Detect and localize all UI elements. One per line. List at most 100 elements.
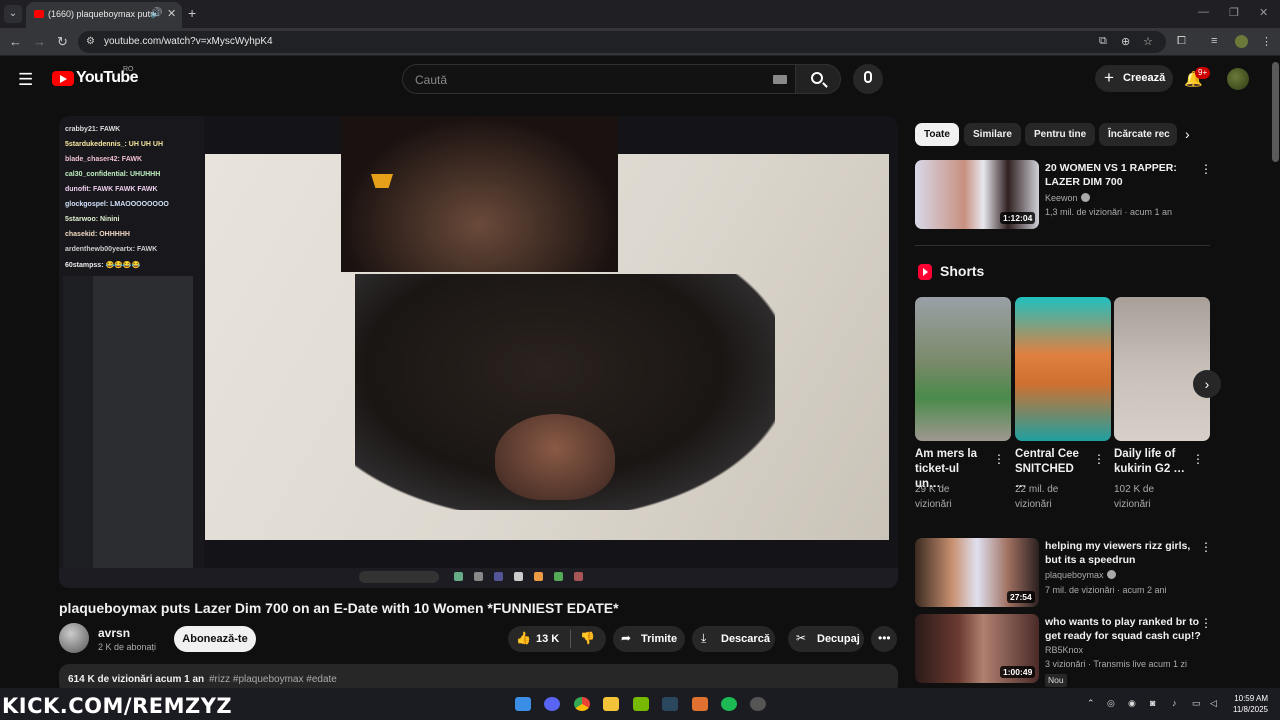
short-thumbnail[interactable] xyxy=(1015,297,1111,441)
chip-all[interactable]: Toate xyxy=(915,123,959,146)
short-thumbnail[interactable] xyxy=(915,297,1011,441)
browser-tab[interactable]: (1660) plaqueboymax puts 🔊 ✕ xyxy=(26,2,182,28)
create-button[interactable]: + Creează xyxy=(1095,65,1173,92)
channel-avatar[interactable] xyxy=(59,623,89,653)
keyboard-icon[interactable] xyxy=(773,75,787,84)
system-clock[interactable]: 10:59 AM 11/8/2025 xyxy=(1231,693,1268,715)
speaker-icon[interactable]: 🔊 xyxy=(150,8,162,19)
kebab-menu-icon[interactable]: ⋮ xyxy=(1200,616,1212,630)
related-channel[interactable]: RB5Knox xyxy=(1045,645,1083,655)
like-separator xyxy=(570,630,571,648)
related-channel[interactable]: Keewon xyxy=(1045,193,1090,203)
chrome-icon[interactable] xyxy=(574,697,590,711)
back-icon[interactable]: ← xyxy=(9,34,22,49)
like-count[interactable]: 13 K xyxy=(536,633,559,645)
kebab-menu-icon[interactable]: ⋮ xyxy=(1192,452,1204,466)
forward-icon[interactable]: → xyxy=(33,34,46,49)
microphone-tray-icon[interactable]: ♪ xyxy=(1172,698,1177,708)
voice-search-button[interactable] xyxy=(853,64,883,94)
browser-menu-icon[interactable]: ⋮ xyxy=(1261,35,1272,48)
chat-line: dunofit: FAWK FAWK FAWK xyxy=(65,186,158,193)
address-bar[interactable]: ⚙ youtube.com/watch?v=xMyscWyhpK4 xyxy=(78,31,1166,53)
spotify-icon[interactable] xyxy=(721,697,737,711)
related-channel[interactable]: plaqueboymax xyxy=(1045,570,1116,580)
url-text[interactable]: youtube.com/watch?v=xMyscWyhpK4 xyxy=(104,36,273,47)
close-tab-icon[interactable]: ✕ xyxy=(167,7,176,20)
share-label: Trimite xyxy=(641,633,678,645)
bookmark-star-icon[interactable]: ☆ xyxy=(1143,35,1153,48)
media-queue-icon[interactable]: ≡ xyxy=(1211,35,1217,47)
reload-icon[interactable]: ↻ xyxy=(57,34,68,50)
related-title[interactable]: 20 WOMEN VS 1 RAPPER: LAZER DIM 700 xyxy=(1045,161,1193,189)
kebab-menu-icon[interactable]: ⋮ xyxy=(993,452,1005,466)
channel-name[interactable]: avrsn xyxy=(98,626,130,640)
app-icon[interactable] xyxy=(750,697,766,711)
new-tab-icon[interactable]: + xyxy=(188,5,196,21)
chip-related[interactable]: Similare xyxy=(964,123,1021,146)
search-input[interactable] xyxy=(415,71,755,89)
chip-recent[interactable]: Încărcate rec xyxy=(1099,123,1177,146)
hamburger-menu-icon[interactable]: ☰ xyxy=(18,70,33,90)
related-title[interactable]: helping my viewers rizz girls, but its a… xyxy=(1045,539,1193,567)
minimize-icon[interactable]: — xyxy=(1198,6,1209,18)
download-button[interactable]: ⤓ Descarcă xyxy=(692,626,775,652)
steam-icon[interactable] xyxy=(662,697,678,711)
app-icon xyxy=(474,572,483,581)
channel-name[interactable]: plaqueboymax xyxy=(1045,570,1104,580)
subscribe-button[interactable]: Abonează-te xyxy=(174,626,256,652)
share-button[interactable]: ➦ Trimite xyxy=(613,626,685,652)
related-meta: 7 mil. de vizionări · acum 2 ani xyxy=(1045,585,1167,595)
chevron-right-icon[interactable]: › xyxy=(1185,126,1190,142)
restore-icon[interactable]: ❐ xyxy=(1229,6,1239,19)
tab-search-icon[interactable]: ⌄ xyxy=(4,5,22,23)
hashtags[interactable]: #rizz #plaqueboymax #edate xyxy=(209,674,337,685)
chat-line: blade_chaser42: FAWK xyxy=(65,156,143,163)
kebab-menu-icon[interactable]: ⋮ xyxy=(1093,452,1105,466)
faze-logo-icon xyxy=(371,174,393,188)
thumbs-down-icon[interactable]: 👎 xyxy=(580,631,595,645)
shorts-icon xyxy=(918,264,932,280)
thumbs-up-icon[interactable]: 👍 xyxy=(516,631,531,645)
cast-icon[interactable]: ⧉ xyxy=(1099,35,1107,48)
discord-icon[interactable] xyxy=(544,697,560,711)
steam-tray-icon[interactable]: ◉ xyxy=(1128,698,1136,709)
windows-start-icon[interactable] xyxy=(515,697,531,711)
subscriber-count: 2 K de abonați xyxy=(98,642,157,652)
network-icon[interactable]: ▭ xyxy=(1192,698,1201,709)
nvidia-icon[interactable] xyxy=(633,697,649,711)
notification-badge: 9+ xyxy=(1195,67,1211,79)
profile-avatar[interactable] xyxy=(1235,35,1248,48)
close-window-icon[interactable]: ✕ xyxy=(1259,6,1268,19)
chevron-up-icon[interactable]: ⌃ xyxy=(1087,698,1095,709)
clock-time: 10:59 AM xyxy=(1234,694,1268,703)
chat-line: cal30_confidential: UHUHHH xyxy=(65,171,161,178)
kebab-menu-icon[interactable]: ⋮ xyxy=(1200,162,1212,176)
discord-tray-icon[interactable]: ◙ xyxy=(1150,698,1155,708)
search-box[interactable] xyxy=(402,64,796,94)
clip-button[interactable]: ✂ Decupaj xyxy=(788,626,864,652)
short-title[interactable]: Daily life of kukirin G2 … xyxy=(1114,447,1186,477)
short-thumbnail[interactable] xyxy=(1114,297,1210,441)
kebab-menu-icon[interactable]: ⋮ xyxy=(1200,540,1212,554)
shorts-next-button[interactable]: › xyxy=(1193,370,1221,398)
app-icon[interactable] xyxy=(692,697,708,711)
volume-icon[interactable]: ◁ xyxy=(1210,698,1217,709)
related-title[interactable]: who wants to play ranked br to get ready… xyxy=(1045,615,1205,643)
account-avatar[interactable] xyxy=(1227,68,1249,90)
site-info-icon[interactable]: ⚙ xyxy=(86,36,95,47)
channel-name[interactable]: Keewon xyxy=(1045,193,1078,203)
duration-badge: 1:12:04 xyxy=(1000,212,1036,224)
divider xyxy=(915,245,1210,246)
chip-for-you[interactable]: Pentru tine xyxy=(1025,123,1096,146)
extensions-icon[interactable]: ⧠ xyxy=(1177,35,1186,48)
video-player[interactable]: crabby21: FAWK 5stardukedennis_: UH UH U… xyxy=(59,116,898,588)
duration-badge: 27:54 xyxy=(1007,591,1035,603)
app-icon xyxy=(454,572,463,581)
search-button[interactable] xyxy=(795,64,841,94)
zoom-icon[interactable]: ⊕ xyxy=(1121,35,1130,48)
more-actions-button[interactable]: ••• xyxy=(871,626,897,652)
tray-icon[interactable]: ◎ xyxy=(1107,698,1115,709)
scrollbar[interactable] xyxy=(1272,62,1279,162)
chat-line: crabby21: FAWK xyxy=(65,126,121,133)
file-explorer-icon[interactable] xyxy=(603,697,619,711)
